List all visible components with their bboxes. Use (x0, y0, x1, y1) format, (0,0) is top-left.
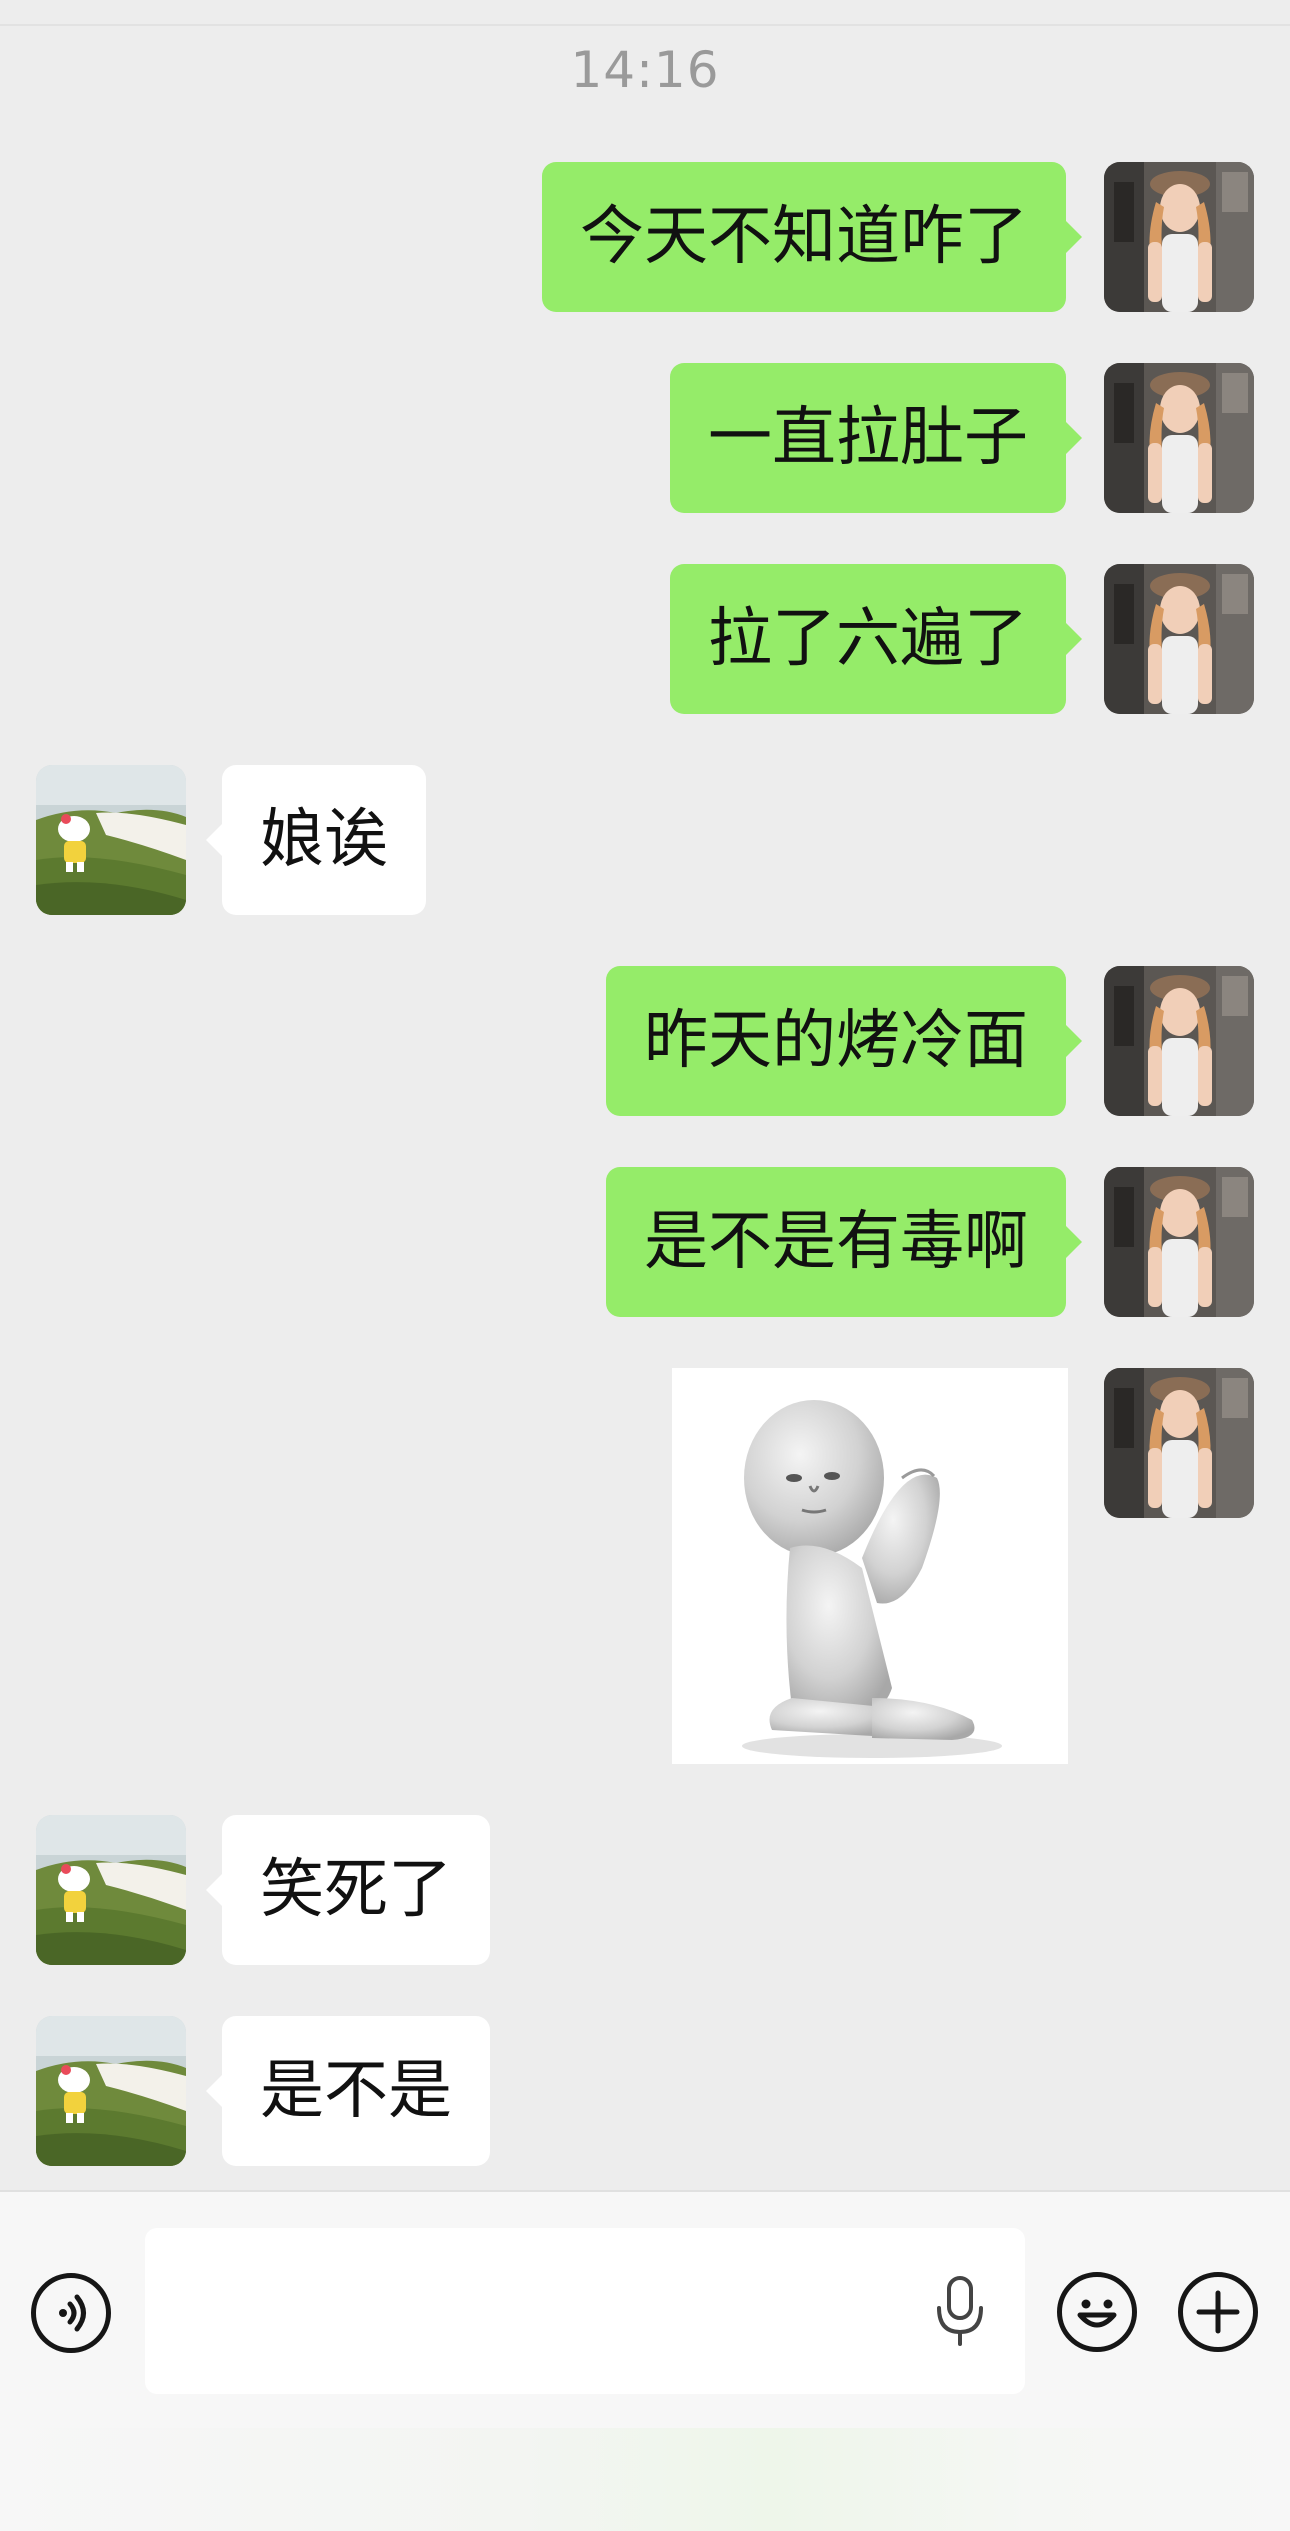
message-row-incoming: 娘诶 (0, 765, 1290, 915)
my-avatar-image (1104, 363, 1254, 513)
sticker-message[interactable] (672, 1368, 1068, 1764)
contact-avatar-image (36, 765, 186, 915)
message-row-outgoing: 是不是有毒啊 (0, 1167, 1290, 1317)
my-avatar[interactable] (1104, 564, 1254, 714)
outgoing-message-bubble[interactable]: 今天不知道咋了 (542, 162, 1082, 312)
voice-toggle-button[interactable] (31, 2273, 111, 2353)
my-avatar[interactable] (1104, 1368, 1254, 1518)
my-avatar[interactable] (1104, 363, 1254, 513)
home-indicator-area (0, 2428, 1290, 2531)
kneeling-praying-figure-sticker (672, 1368, 1068, 1764)
message-row-outgoing: 今天不知道咋了 (0, 162, 1290, 312)
message-text-input[interactable] (145, 2228, 1025, 2394)
contact-avatar-image (36, 1815, 186, 1965)
my-avatar[interactable] (1104, 1167, 1254, 1317)
emoji-button[interactable] (1057, 2272, 1137, 2352)
message-row-outgoing: 拉了六遍了 (0, 564, 1290, 714)
microphone-icon[interactable] (930, 2274, 990, 2350)
message-row-outgoing (0, 1368, 1290, 1518)
plus-icon (1196, 2290, 1240, 2334)
message-row-outgoing: 一直拉肚子 (0, 363, 1290, 513)
my-avatar-image (1104, 966, 1254, 1116)
incoming-message-bubble[interactable]: 笑死了 (206, 1815, 490, 1965)
message-row-outgoing: 昨天的烤冷面 (0, 966, 1290, 1116)
emoji-icon (1077, 2299, 1117, 2328)
contact-avatar[interactable] (36, 2016, 186, 2166)
contact-avatar[interactable] (36, 1815, 186, 1965)
my-avatar-image (1104, 564, 1254, 714)
my-avatar-image (1104, 1167, 1254, 1317)
my-avatar[interactable] (1104, 966, 1254, 1116)
my-avatar[interactable] (1104, 162, 1254, 312)
outgoing-message-bubble[interactable]: 一直拉肚子 (670, 363, 1082, 513)
my-avatar-image (1104, 162, 1254, 312)
contact-avatar-image (36, 2016, 186, 2166)
contact-avatar[interactable] (36, 765, 186, 915)
outgoing-message-bubble[interactable]: 拉了六遍了 (670, 564, 1082, 714)
outgoing-message-bubble[interactable]: 昨天的烤冷面 (606, 966, 1082, 1116)
voice-toggle-icon (59, 2294, 86, 2332)
incoming-message-bubble[interactable]: 娘诶 (206, 765, 426, 915)
message-timestamp: 14:16 (570, 41, 720, 99)
my-avatar-image (1104, 1368, 1254, 1518)
incoming-message-bubble[interactable]: 是不是 (206, 2016, 490, 2166)
more-options-button[interactable] (1178, 2272, 1258, 2352)
message-row-incoming: 是不是 (0, 2016, 1290, 2166)
chat-area[interactable]: 14:16 今天不知道咋了 一直拉肚子 拉了六遍了 娘诶 昨天的烤冷面 是不是有… (0, 0, 1290, 2190)
message-input-bar (0, 2190, 1290, 2531)
outgoing-message-bubble[interactable]: 是不是有毒啊 (606, 1167, 1082, 1317)
top-divider (0, 24, 1290, 26)
message-row-incoming: 笑死了 (0, 1815, 1290, 1965)
